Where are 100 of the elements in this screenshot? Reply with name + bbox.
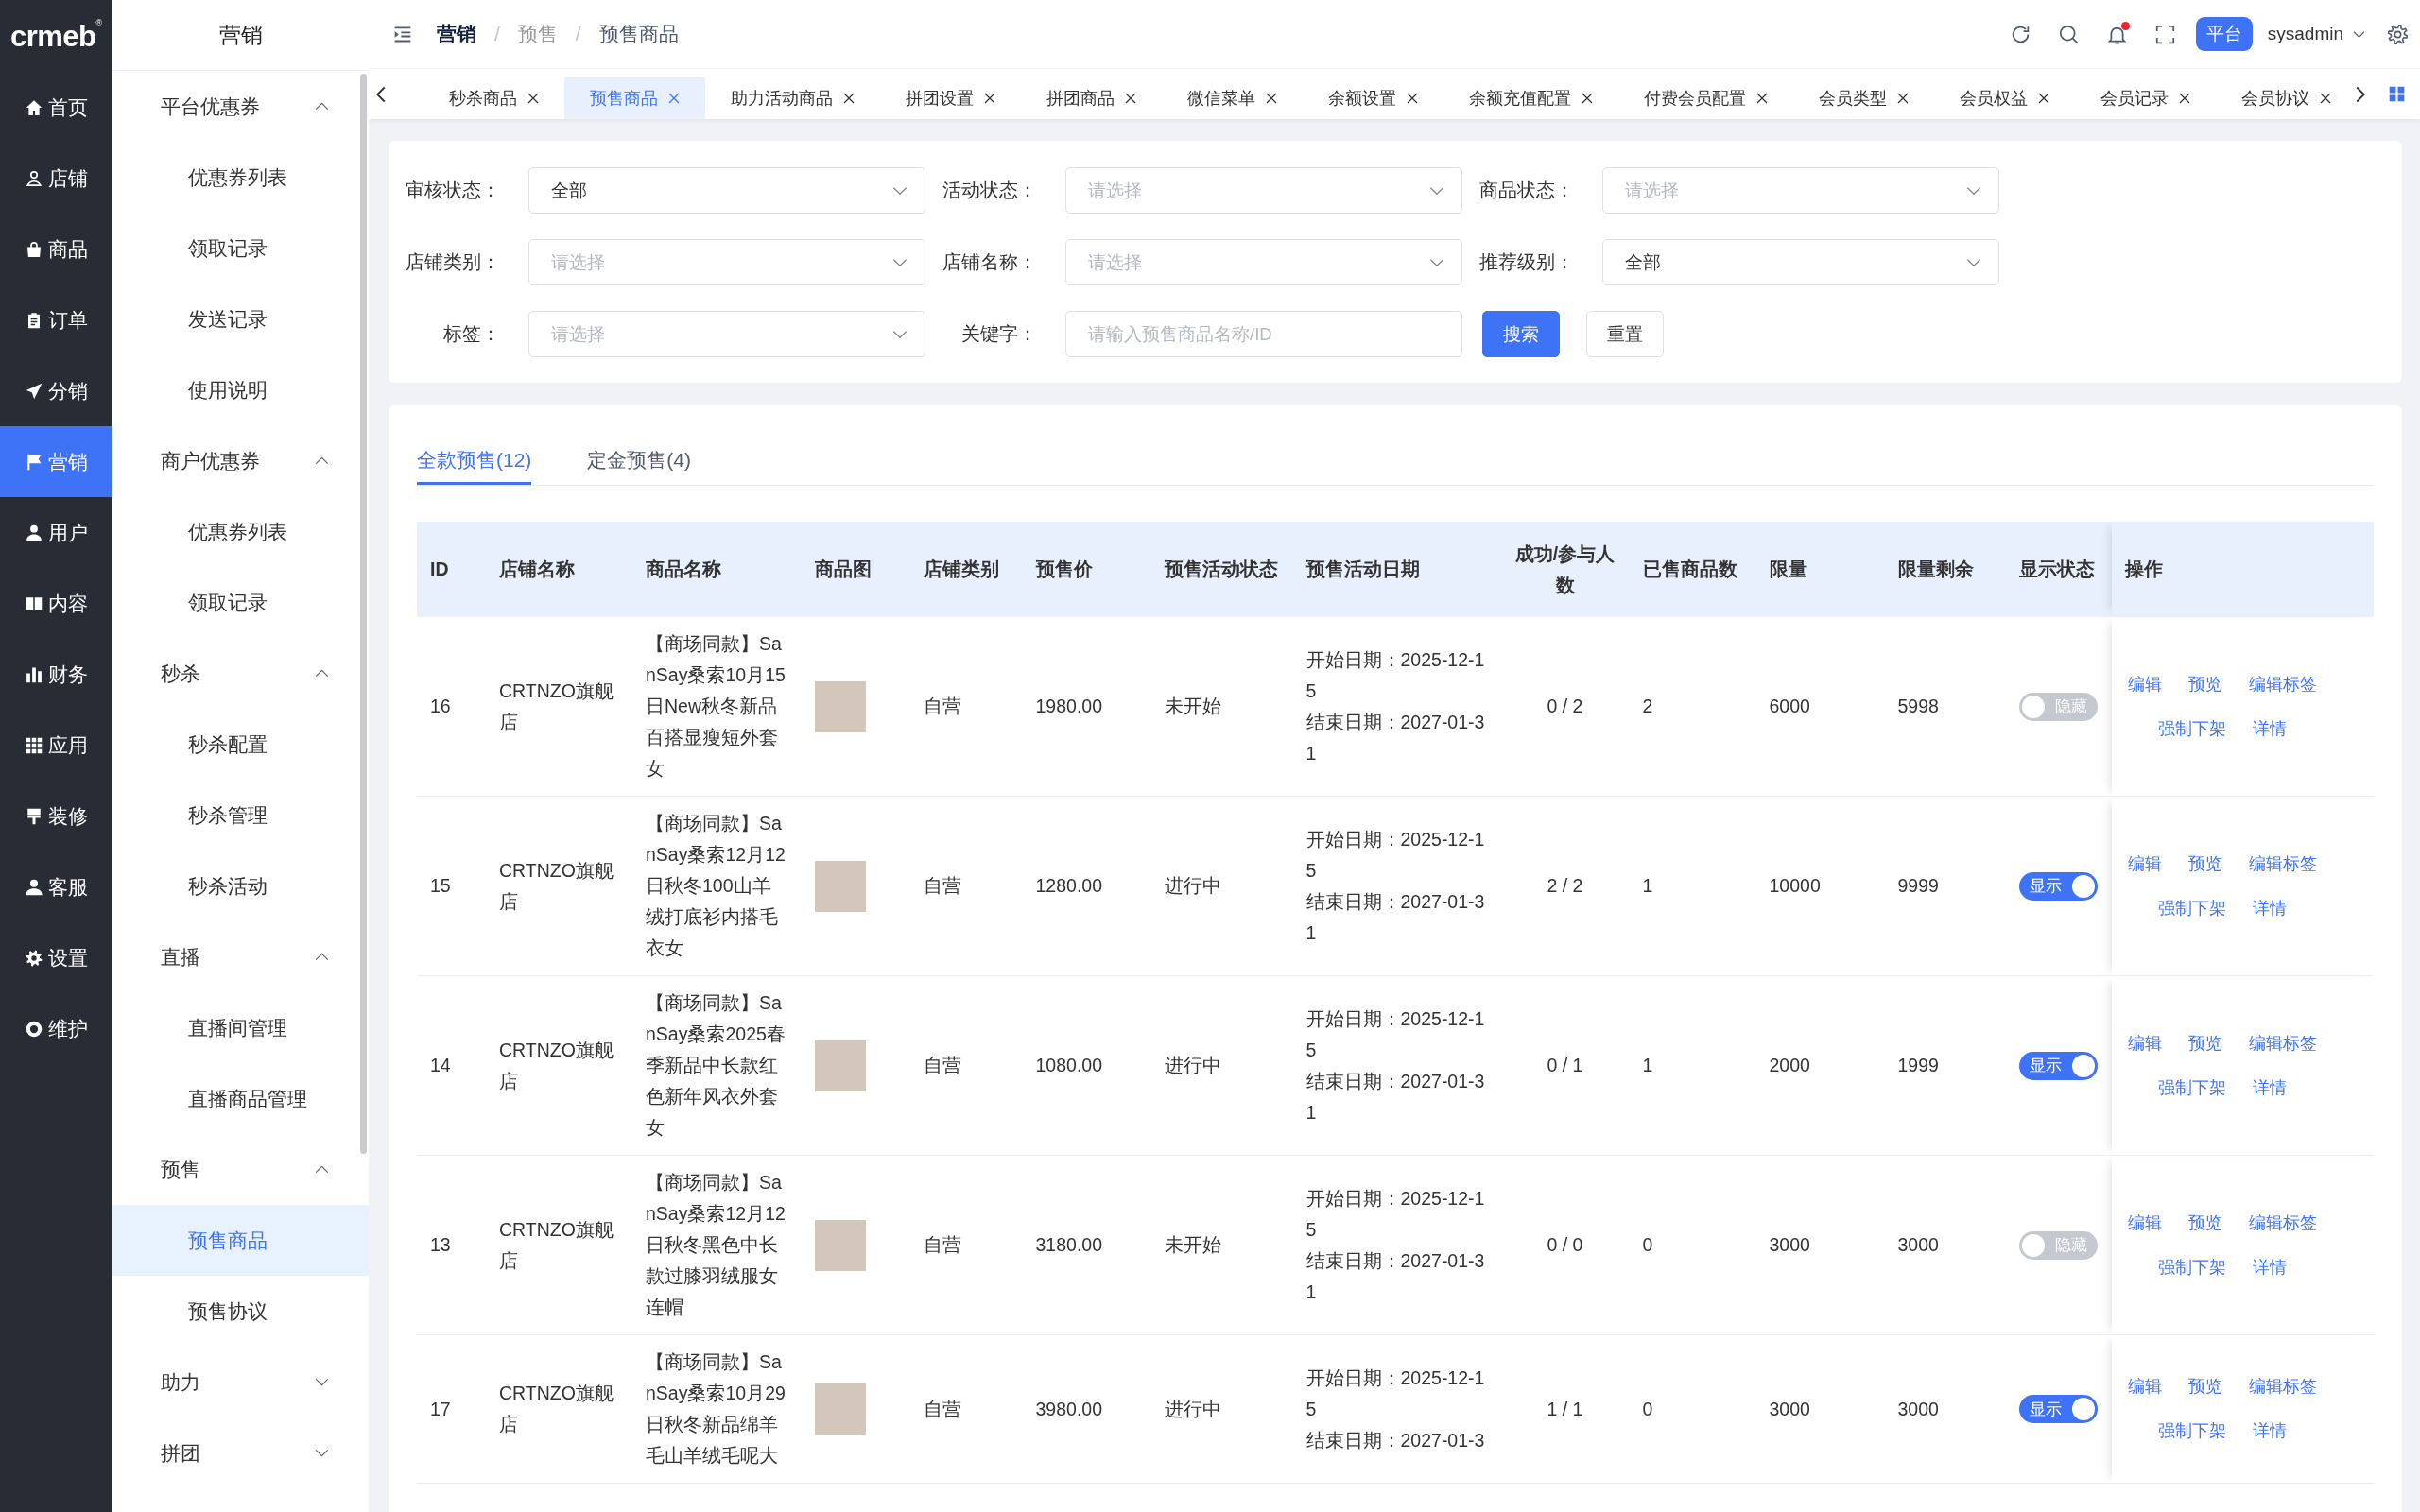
details-link[interactable]: 详情 (2252, 1072, 2287, 1104)
force-delist-link[interactable]: 强制下架 (2157, 1416, 2226, 1447)
fullscreen-icon[interactable] (2154, 24, 2175, 44)
close-icon[interactable] (984, 93, 995, 104)
breadcrumb-item[interactable]: 营销 (437, 21, 476, 47)
grid-icon[interactable] (2389, 86, 2405, 102)
edit-tags-link[interactable]: 编辑标签 (2248, 1371, 2317, 1402)
close-icon[interactable] (527, 93, 539, 104)
page-tab[interactable]: 余额设置 (1303, 77, 1443, 119)
close-icon[interactable] (1266, 93, 1277, 104)
submenu-item[interactable]: 优惠券列表 (112, 142, 369, 213)
edit-link[interactable]: 编辑 (2127, 668, 2162, 700)
force-delist-link[interactable]: 强制下架 (2157, 1251, 2226, 1283)
submenu-group[interactable]: 拼团 (112, 1418, 369, 1488)
close-icon[interactable] (843, 93, 855, 104)
scrollbar-thumb[interactable] (360, 74, 367, 1154)
submenu-item[interactable]: 发送记录 (112, 284, 369, 354)
submenu-group[interactable]: 直播 (112, 921, 369, 992)
page-tab[interactable]: 付费会员配置 (1618, 77, 1793, 119)
page-tab[interactable]: 助力活动商品 (705, 77, 880, 119)
page-tab[interactable]: 微信菜单 (1162, 77, 1303, 119)
preview-link[interactable]: 预览 (2187, 848, 2222, 880)
close-icon[interactable] (2320, 93, 2331, 104)
page-tab[interactable]: 会员权益 (1934, 77, 2075, 119)
submenu-item[interactable]: 优惠券列表 (112, 496, 369, 567)
submenu-item[interactable]: 秒杀配置 (112, 709, 369, 780)
reset-button[interactable]: 重置 (1586, 311, 1664, 357)
close-icon[interactable] (1125, 93, 1136, 104)
breadcrumb-item[interactable]: 预售商品 (598, 21, 679, 47)
toggle-switch[interactable]: 显示 (2018, 871, 2098, 901)
select-field[interactable]: 全部 (528, 167, 925, 214)
nav-item[interactable]: 订单 (0, 284, 112, 355)
close-icon[interactable] (1582, 93, 1593, 104)
nav-item[interactable]: 维护 (0, 993, 112, 1064)
submenu-group[interactable]: 商户优惠券 (112, 425, 369, 496)
edit-tags-link[interactable]: 编辑标签 (2248, 668, 2317, 700)
select-field[interactable]: 全部 (1602, 239, 1999, 285)
submenu-group[interactable]: 预售 (112, 1134, 369, 1205)
menu-icon[interactable] (393, 25, 412, 43)
edit-tags-link[interactable]: 编辑标签 (2248, 1027, 2317, 1059)
submenu-group[interactable]: 平台优惠券 (112, 71, 369, 142)
nav-item[interactable]: 内容 (0, 568, 112, 639)
edit-link[interactable]: 编辑 (2127, 1207, 2162, 1239)
page-tab[interactable]: 拼团设置 (880, 77, 1021, 119)
page-tab[interactable]: 秒杀商品 (424, 77, 564, 119)
preview-link[interactable]: 预览 (2187, 1027, 2222, 1059)
details-link[interactable]: 详情 (2252, 713, 2287, 745)
toggle-switch[interactable]: 显示 (2018, 1051, 2098, 1080)
close-icon[interactable] (2038, 93, 2049, 104)
edit-tags-link[interactable]: 编辑标签 (2248, 848, 2317, 880)
page-tab[interactable]: 预售商品 (564, 77, 705, 119)
force-delist-link[interactable]: 强制下架 (2157, 892, 2226, 924)
submenu-group[interactable]: 秒杀 (112, 638, 369, 709)
submenu-group[interactable]: 助力 (112, 1347, 369, 1418)
nav-item[interactable]: 设置 (0, 922, 112, 993)
close-icon[interactable] (1407, 93, 1418, 104)
nav-item[interactable]: 商品 (0, 214, 112, 284)
nav-item[interactable]: 客服 (0, 851, 112, 922)
toggle-switch[interactable]: 显示 (2018, 1395, 2098, 1423)
nav-item[interactable]: 首页 (0, 72, 112, 143)
submenu-item[interactable]: 领取记录 (112, 213, 369, 284)
edit-tags-link[interactable]: 编辑标签 (2248, 1207, 2317, 1239)
submenu-item[interactable]: 领取记录 (112, 567, 369, 638)
close-icon[interactable] (2179, 93, 2190, 104)
nav-item[interactable]: 店铺 (0, 143, 112, 214)
page-tab[interactable]: 会员类型 (1793, 77, 1934, 119)
nav-item[interactable]: 用户 (0, 497, 112, 568)
preview-link[interactable]: 预览 (2187, 1371, 2222, 1402)
edit-link[interactable]: 编辑 (2127, 1027, 2162, 1059)
keyword-input[interactable]: 请输入预售商品名称/ID (1065, 311, 1462, 357)
page-tab[interactable]: 会员协议 (2216, 77, 2352, 119)
submenu-item[interactable]: 秒杀管理 (112, 780, 369, 850)
edit-link[interactable]: 编辑 (2127, 848, 2162, 880)
content-tab[interactable]: 全款预售(12) (417, 438, 532, 485)
nav-item[interactable]: 营销 (0, 426, 112, 497)
page-tab[interactable]: 余额充值配置 (1443, 77, 1618, 119)
force-delist-link[interactable]: 强制下架 (2157, 713, 2226, 745)
search-icon[interactable] (2058, 24, 2079, 44)
nav-item[interactable]: 应用 (0, 710, 112, 781)
preview-link[interactable]: 预览 (2187, 668, 2222, 700)
close-icon[interactable] (1897, 93, 1909, 104)
submenu-item[interactable]: 秒杀活动 (112, 850, 369, 921)
preview-link[interactable]: 预览 (2187, 1207, 2222, 1239)
details-link[interactable]: 详情 (2252, 1251, 2287, 1283)
nav-item[interactable]: 财务 (0, 639, 112, 710)
page-tab[interactable]: 会员记录 (2075, 77, 2216, 119)
search-button[interactable]: 搜索 (1482, 311, 1560, 357)
settings-icon[interactable] (2388, 24, 2408, 44)
content-tab[interactable]: 定金预售(4) (587, 438, 692, 485)
user-menu-button[interactable]: sysadmin (2267, 24, 2365, 44)
submenu-item[interactable]: 预售商品 (112, 1205, 369, 1276)
submenu-item[interactable]: 预售协议 (112, 1276, 369, 1347)
edit-link[interactable]: 编辑 (2127, 1371, 2162, 1402)
nav-item[interactable]: 装修 (0, 781, 112, 851)
submenu-item[interactable]: 直播商品管理 (112, 1063, 369, 1134)
details-link[interactable]: 详情 (2252, 892, 2287, 924)
page-tab[interactable]: 拼团商品 (1021, 77, 1162, 119)
refresh-icon[interactable] (2010, 24, 2031, 44)
close-icon[interactable] (1756, 93, 1768, 104)
nav-item[interactable]: 分销 (0, 355, 112, 426)
